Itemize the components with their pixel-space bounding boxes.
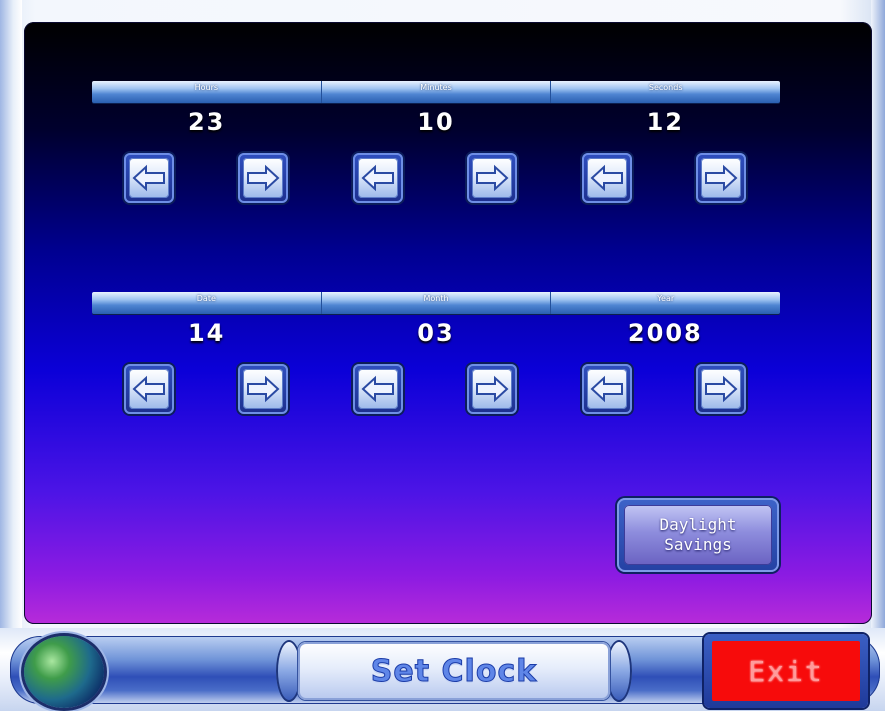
daylight-savings-label: Daylight Savings (659, 515, 737, 554)
clock-settings-screen: Hours Minutes Seconds 23 10 12 Date Mont… (24, 22, 872, 624)
seconds-label: Seconds (648, 83, 683, 92)
minutes-increment-button[interactable] (467, 153, 517, 203)
seconds-increment-button[interactable] (696, 153, 746, 203)
date-decrement-button[interactable] (124, 364, 174, 414)
time-arrow-buttons (92, 153, 780, 207)
hours-decrement-button[interactable] (124, 153, 174, 203)
left-arrow-icon (132, 164, 165, 192)
left-arrow-icon (132, 375, 165, 403)
seconds-decrement-button[interactable] (582, 153, 632, 203)
time-header-bar: Hours Minutes Seconds (92, 81, 780, 103)
date-header: Date (92, 292, 322, 314)
year-label: Year (657, 294, 675, 303)
year-decrement-button[interactable] (582, 364, 632, 414)
date-label: Date (196, 294, 216, 303)
daylight-savings-button[interactable]: Daylight Savings (617, 498, 779, 572)
right-arrow-icon (705, 164, 738, 192)
date-header-bar: Date Month Year (92, 292, 780, 314)
hours-header: Hours (92, 81, 322, 103)
left-arrow-icon (590, 164, 623, 192)
right-arrow-icon (705, 375, 738, 403)
right-arrow-icon (247, 375, 280, 403)
right-arrow-icon (247, 164, 280, 192)
year-header: Year (551, 292, 780, 314)
minutes-value: 10 (417, 108, 455, 136)
date-increment-button[interactable] (238, 364, 288, 414)
month-value: 03 (417, 319, 455, 347)
minutes-decrement-button[interactable] (353, 153, 403, 203)
right-arrow-icon (476, 375, 509, 403)
title-plate: Set Clock (276, 636, 632, 708)
globe-icon[interactable] (24, 636, 104, 708)
left-arrow-icon (590, 375, 623, 403)
time-values: 23 10 12 (92, 103, 780, 141)
minutes-header: Minutes (322, 81, 552, 103)
minutes-label: Minutes (420, 83, 452, 92)
exit-button[interactable]: Exit (704, 634, 868, 708)
year-value: 2008 (627, 319, 703, 347)
month-label: Month (423, 294, 449, 303)
left-arrow-icon (361, 164, 394, 192)
hours-value: 23 (187, 108, 226, 136)
date-values: 14 03 2008 (92, 314, 780, 352)
month-header: Month (322, 292, 552, 314)
month-increment-button[interactable] (467, 364, 517, 414)
right-arrow-icon (476, 164, 509, 192)
date-value: 14 (187, 319, 226, 347)
exit-label: Exit (748, 654, 824, 688)
date-arrow-buttons (92, 364, 780, 418)
year-increment-button[interactable] (696, 364, 746, 414)
left-arrow-icon (361, 375, 394, 403)
hours-label: Hours (194, 83, 219, 92)
month-decrement-button[interactable] (353, 364, 403, 414)
hours-increment-button[interactable] (238, 153, 288, 203)
page-title: Set Clock (370, 653, 538, 689)
seconds-value: 12 (646, 108, 685, 136)
seconds-header: Seconds (551, 81, 780, 103)
